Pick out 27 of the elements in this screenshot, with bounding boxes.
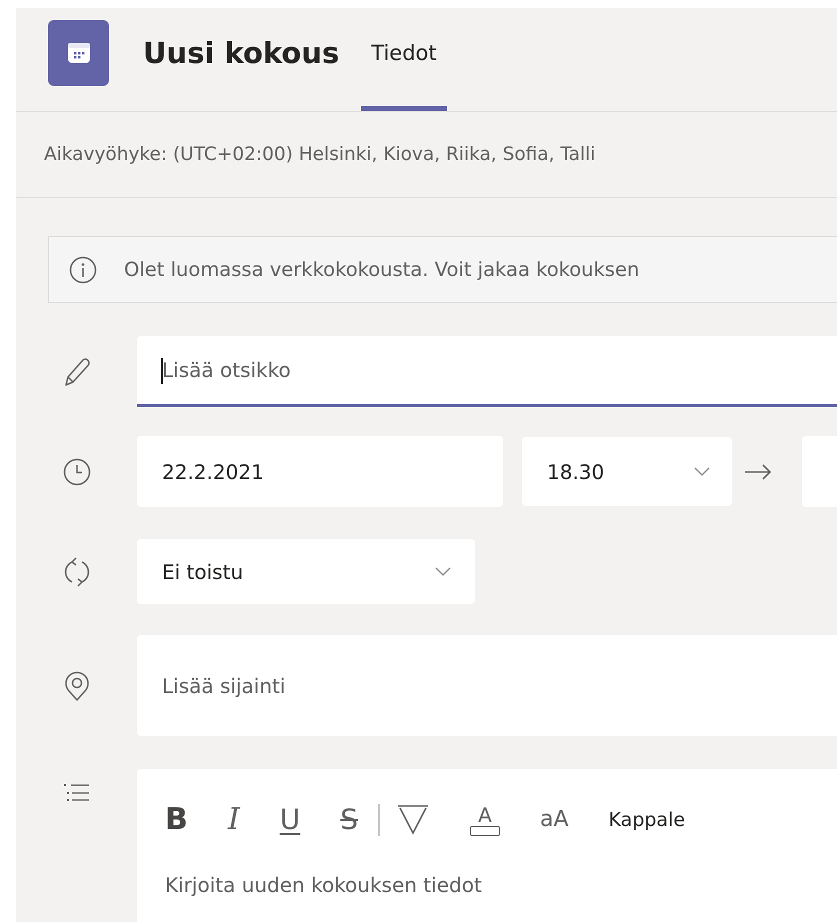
repeat-dropdown[interactable]: Ei toistu bbox=[137, 539, 475, 604]
page-title: Uusi kokous bbox=[143, 36, 340, 70]
list-icon bbox=[64, 783, 90, 803]
title-field[interactable]: Lisää otsikko bbox=[137, 336, 837, 407]
bold-button[interactable]: B bbox=[165, 805, 188, 835]
paragraph-style-dropdown[interactable]: Kappale bbox=[608, 810, 686, 830]
location-pin-icon bbox=[64, 670, 90, 702]
text-cursor bbox=[161, 358, 162, 384]
date-field[interactable]: 22.2.2021 bbox=[137, 436, 503, 507]
timezone-text: Aikavyöhyke: (UTC+02:00) Helsinki, Kiova, Riika, Sofia, Talli bbox=[44, 144, 596, 165]
details-tab[interactable]: Tiedot bbox=[361, 8, 447, 111]
arrow-right-icon bbox=[744, 464, 772, 480]
time-dropdown[interactable]: 18.30 bbox=[522, 437, 732, 506]
info-icon bbox=[69, 256, 97, 284]
location-field[interactable]: Lisää sijainti bbox=[137, 635, 837, 736]
chevron-down-icon bbox=[435, 567, 451, 576]
font-size-button[interactable]: aA bbox=[540, 809, 569, 831]
calendar-app-icon bbox=[48, 20, 109, 86]
underline-button[interactable]: U bbox=[280, 806, 300, 834]
chevron-down-icon bbox=[694, 467, 710, 476]
info-message: Olet luomassa verkkokokousta. Voit jakaa kokouksen bbox=[124, 258, 640, 281]
highlight-button[interactable] bbox=[396, 803, 430, 837]
repeat-icon bbox=[64, 556, 90, 588]
font-color-button[interactable]: A bbox=[470, 804, 500, 836]
strikethrough-button[interactable]: S bbox=[340, 806, 358, 834]
italic-button[interactable]: I bbox=[228, 805, 240, 835]
clock-icon bbox=[62, 458, 90, 486]
